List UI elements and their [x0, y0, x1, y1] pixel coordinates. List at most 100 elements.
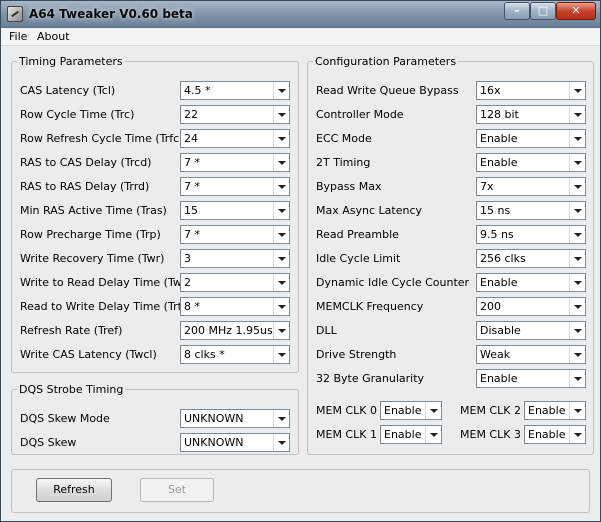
close-icon: ✕: [571, 4, 581, 17]
2t-timing-value: Enable: [480, 156, 518, 169]
ecc-mode-select[interactable]: Enable: [476, 129, 586, 148]
dynamic-idle-cycle-counter-select[interactable]: Enable: [476, 273, 586, 292]
maximize-icon: □: [537, 4, 549, 17]
row-precharge-time-trp-select[interactable]: 7 *: [180, 225, 290, 244]
chevron-down-icon[interactable]: [273, 106, 289, 123]
read-to-write-delay-time-trtw-select[interactable]: 8 *: [180, 297, 290, 316]
read-write-queue-bypass-label: Read Write Queue Bypass: [316, 84, 459, 97]
chevron-down-icon[interactable]: [425, 426, 441, 443]
mem-clk-0-select[interactable]: Enable: [380, 401, 442, 420]
refresh-button[interactable]: Refresh: [36, 478, 112, 502]
write-recovery-time-twr-select[interactable]: 3: [180, 249, 290, 268]
mem-clk-1-select[interactable]: Enable: [380, 425, 442, 444]
cas-latency-tcl-select[interactable]: 4.5 *: [180, 81, 290, 100]
menu-file[interactable]: File: [9, 30, 27, 43]
write-cas-latency-twcl-value: 8 clks *: [184, 348, 225, 361]
dqs-skew-select[interactable]: UNKNOWN: [180, 433, 290, 452]
write-recovery-time-twr-value: 3: [184, 252, 191, 265]
idle-cycle-limit-value: 256 clks: [480, 252, 526, 265]
chevron-down-icon[interactable]: [273, 130, 289, 147]
chevron-down-icon[interactable]: [569, 370, 585, 387]
maximize-button[interactable]: □: [530, 2, 556, 20]
mem-clk-2-value: Enable: [528, 404, 566, 417]
chevron-down-icon[interactable]: [569, 226, 585, 243]
dll-select[interactable]: Disable: [476, 321, 586, 340]
chevron-down-icon[interactable]: [273, 346, 289, 363]
memclk-frequency-label: MEMCLK Frequency: [316, 300, 424, 313]
chevron-down-icon[interactable]: [273, 154, 289, 171]
chevron-down-icon[interactable]: [569, 202, 585, 219]
row-cycle-time-trc-select[interactable]: 22: [180, 105, 290, 124]
chevron-down-icon[interactable]: [569, 402, 585, 419]
menu-about[interactable]: About: [37, 30, 70, 43]
dqs-skew-mode-value: UNKNOWN: [184, 412, 244, 425]
dqs-skew-mode-select[interactable]: UNKNOWN: [180, 409, 290, 428]
mem-clk-2-select[interactable]: Enable: [524, 401, 586, 420]
min-ras-active-time-tras-select[interactable]: 15: [180, 201, 290, 220]
write-to-read-delay-time-twtr-label: Write to Read Delay Time (Twtr): [20, 276, 195, 289]
chevron-down-icon[interactable]: [273, 202, 289, 219]
mem-clk-1-value: Enable: [384, 428, 422, 441]
ras-to-ras-delay-trrd-select[interactable]: 7 *: [180, 177, 290, 196]
title-bar[interactable]: A64 Tweaker V0.60 beta – □ ✕: [1, 1, 600, 28]
ras-to-cas-delay-trcd-select[interactable]: 7 *: [180, 153, 290, 172]
chevron-down-icon[interactable]: [569, 82, 585, 99]
chevron-down-icon[interactable]: [569, 322, 585, 339]
chevron-down-icon[interactable]: [273, 274, 289, 291]
controller-mode-select[interactable]: 128 bit: [476, 105, 586, 124]
write-cas-latency-twcl-select[interactable]: 8 clks *: [180, 345, 290, 364]
set-button[interactable]: Set: [140, 478, 214, 502]
dqs-skew-label: DQS Skew: [20, 436, 77, 449]
chevron-down-icon[interactable]: [273, 226, 289, 243]
2t-timing-select[interactable]: Enable: [476, 153, 586, 172]
chevron-down-icon[interactable]: [425, 402, 441, 419]
row-refresh-cycle-time-trfc-select[interactable]: 24: [180, 129, 290, 148]
chevron-down-icon[interactable]: [569, 426, 585, 443]
bypass-max-label: Bypass Max: [316, 180, 382, 193]
memclk-frequency-select[interactable]: 200: [476, 297, 586, 316]
ras-to-ras-delay-trrd-value: 7 *: [184, 180, 200, 193]
ras-to-cas-delay-trcd-label: RAS to CAS Delay (Trcd): [20, 156, 152, 169]
chevron-down-icon[interactable]: [273, 178, 289, 195]
chevron-down-icon[interactable]: [569, 154, 585, 171]
write-to-read-delay-time-twtr-select[interactable]: 2: [180, 273, 290, 292]
chevron-down-icon[interactable]: [569, 274, 585, 291]
write-cas-latency-twcl-label: Write CAS Latency (Twcl): [20, 348, 157, 361]
read-to-write-delay-time-trtw-label: Read to Write Delay Time (Trtw): [20, 300, 196, 313]
bypass-max-value: 7x: [480, 180, 494, 193]
read-preamble-label: Read Preamble: [316, 228, 399, 241]
mem-clk-0-label: MEM CLK 0: [316, 404, 377, 417]
chevron-down-icon[interactable]: [569, 130, 585, 147]
read-preamble-value: 9.5 ns: [480, 228, 514, 241]
max-async-latency-select[interactable]: 15 ns: [476, 201, 586, 220]
chevron-down-icon[interactable]: [273, 410, 289, 427]
chevron-down-icon[interactable]: [273, 434, 289, 451]
chevron-down-icon[interactable]: [273, 250, 289, 267]
row-precharge-time-trp-value: 7 *: [184, 228, 200, 241]
read-preamble-select[interactable]: 9.5 ns: [476, 225, 586, 244]
chevron-down-icon[interactable]: [273, 298, 289, 315]
refresh-rate-tref-select[interactable]: 200 MHz 1.95us *: [180, 321, 290, 340]
chevron-down-icon[interactable]: [273, 322, 289, 339]
chevron-down-icon[interactable]: [569, 346, 585, 363]
chevron-down-icon[interactable]: [569, 178, 585, 195]
dqs-skew-mode-label: DQS Skew Mode: [20, 412, 110, 425]
idle-cycle-limit-select[interactable]: 256 clks: [476, 249, 586, 268]
chevron-down-icon[interactable]: [569, 250, 585, 267]
max-async-latency-value: 15 ns: [480, 204, 511, 217]
drive-strength-select[interactable]: Weak: [476, 345, 586, 364]
minimize-button[interactable]: –: [504, 2, 530, 20]
32-byte-granularity-select[interactable]: Enable: [476, 369, 586, 388]
controller-mode-value: 128 bit: [480, 108, 519, 121]
bypass-max-select[interactable]: 7x: [476, 177, 586, 196]
mem-clk-0-value: Enable: [384, 404, 422, 417]
drive-strength-label: Drive Strength: [316, 348, 397, 361]
close-button[interactable]: ✕: [556, 2, 596, 20]
chevron-down-icon[interactable]: [273, 82, 289, 99]
chevron-down-icon[interactable]: [569, 106, 585, 123]
chevron-down-icon[interactable]: [569, 298, 585, 315]
mem-clk-3-value: Enable: [528, 428, 566, 441]
row-refresh-cycle-time-trfc-label: Row Refresh Cycle Time (Trfc): [20, 132, 184, 145]
read-write-queue-bypass-select[interactable]: 16x: [476, 81, 586, 100]
mem-clk-3-select[interactable]: Enable: [524, 425, 586, 444]
